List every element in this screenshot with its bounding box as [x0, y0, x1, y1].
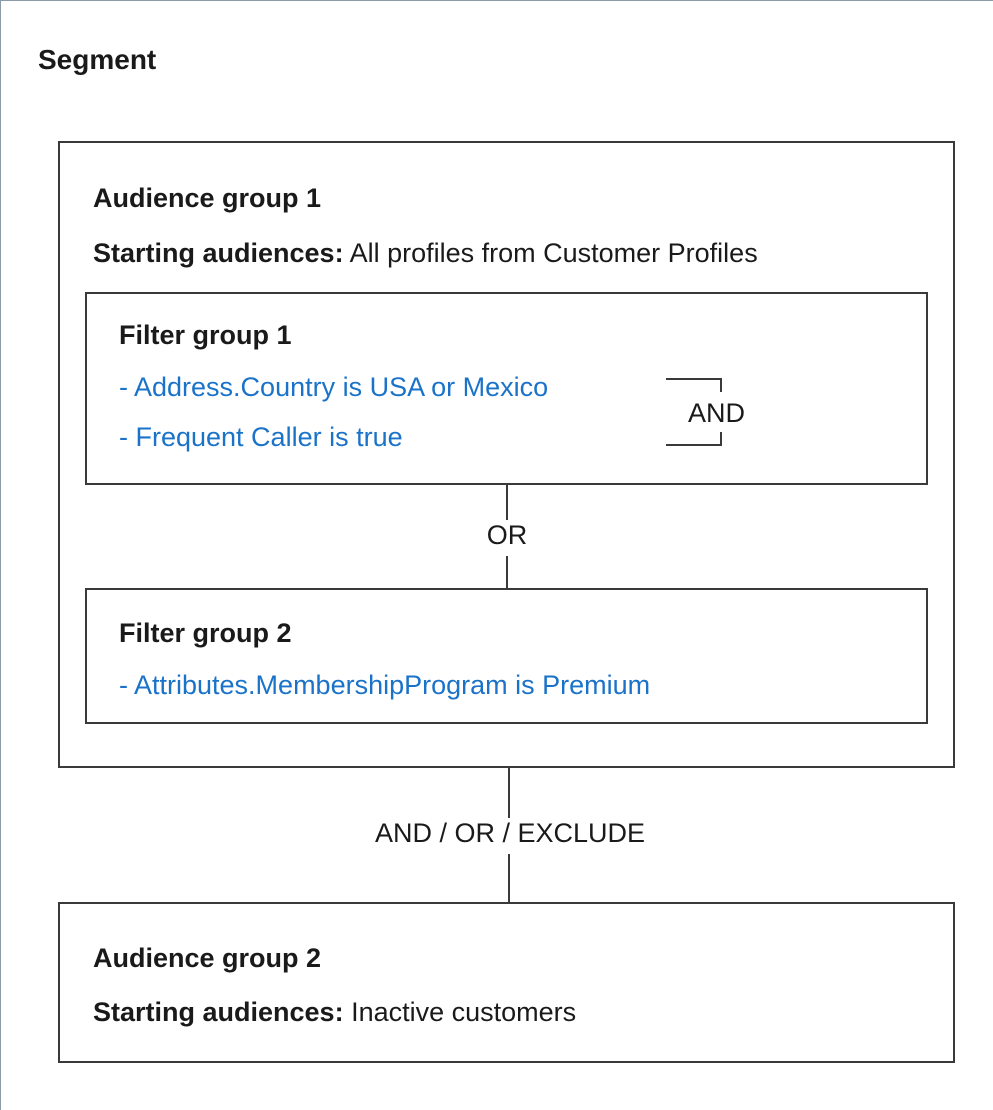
filter-address-country: - Address.Country is USA or Mexico	[119, 372, 549, 402]
audience-group-2	[58, 902, 955, 1063]
filter-membership-program: - Attributes.MembershipProgram is Premiu…	[119, 670, 651, 700]
starting-audiences-label: Starting audiences:	[93, 997, 344, 1027]
starting-audiences-label: Starting audiences:	[93, 238, 344, 268]
filter-group-2	[85, 588, 928, 724]
audience-group-1-starting-audiences: Starting audiences: All profiles from Cu…	[93, 238, 758, 269]
and-operator-label: AND	[688, 398, 746, 428]
frame-top-border	[0, 0, 993, 1]
audience-group-1-heading: Audience group 1	[93, 183, 322, 213]
frame-left-border	[0, 0, 1, 1110]
group-connector-label: AND / OR / EXCLUDE	[350, 818, 670, 854]
audience-group-2-heading: Audience group 2	[93, 943, 322, 973]
filter-group-2-heading: Filter group 2	[119, 618, 292, 648]
and-bracket-bottom	[666, 432, 722, 446]
or-connector-label: OR	[476, 520, 538, 556]
filter-frequent-caller: - Frequent Caller is true	[119, 422, 403, 452]
starting-audiences-value: All profiles from Customer Profiles	[349, 238, 758, 268]
audience-group-2-starting-audiences: Starting audiences: Inactive customers	[93, 997, 576, 1028]
filter-group-1-heading: Filter group 1	[119, 320, 292, 350]
starting-audiences-value: Inactive customers	[351, 997, 577, 1027]
and-bracket-top	[666, 378, 722, 392]
segment-title: Segment	[38, 44, 157, 75]
